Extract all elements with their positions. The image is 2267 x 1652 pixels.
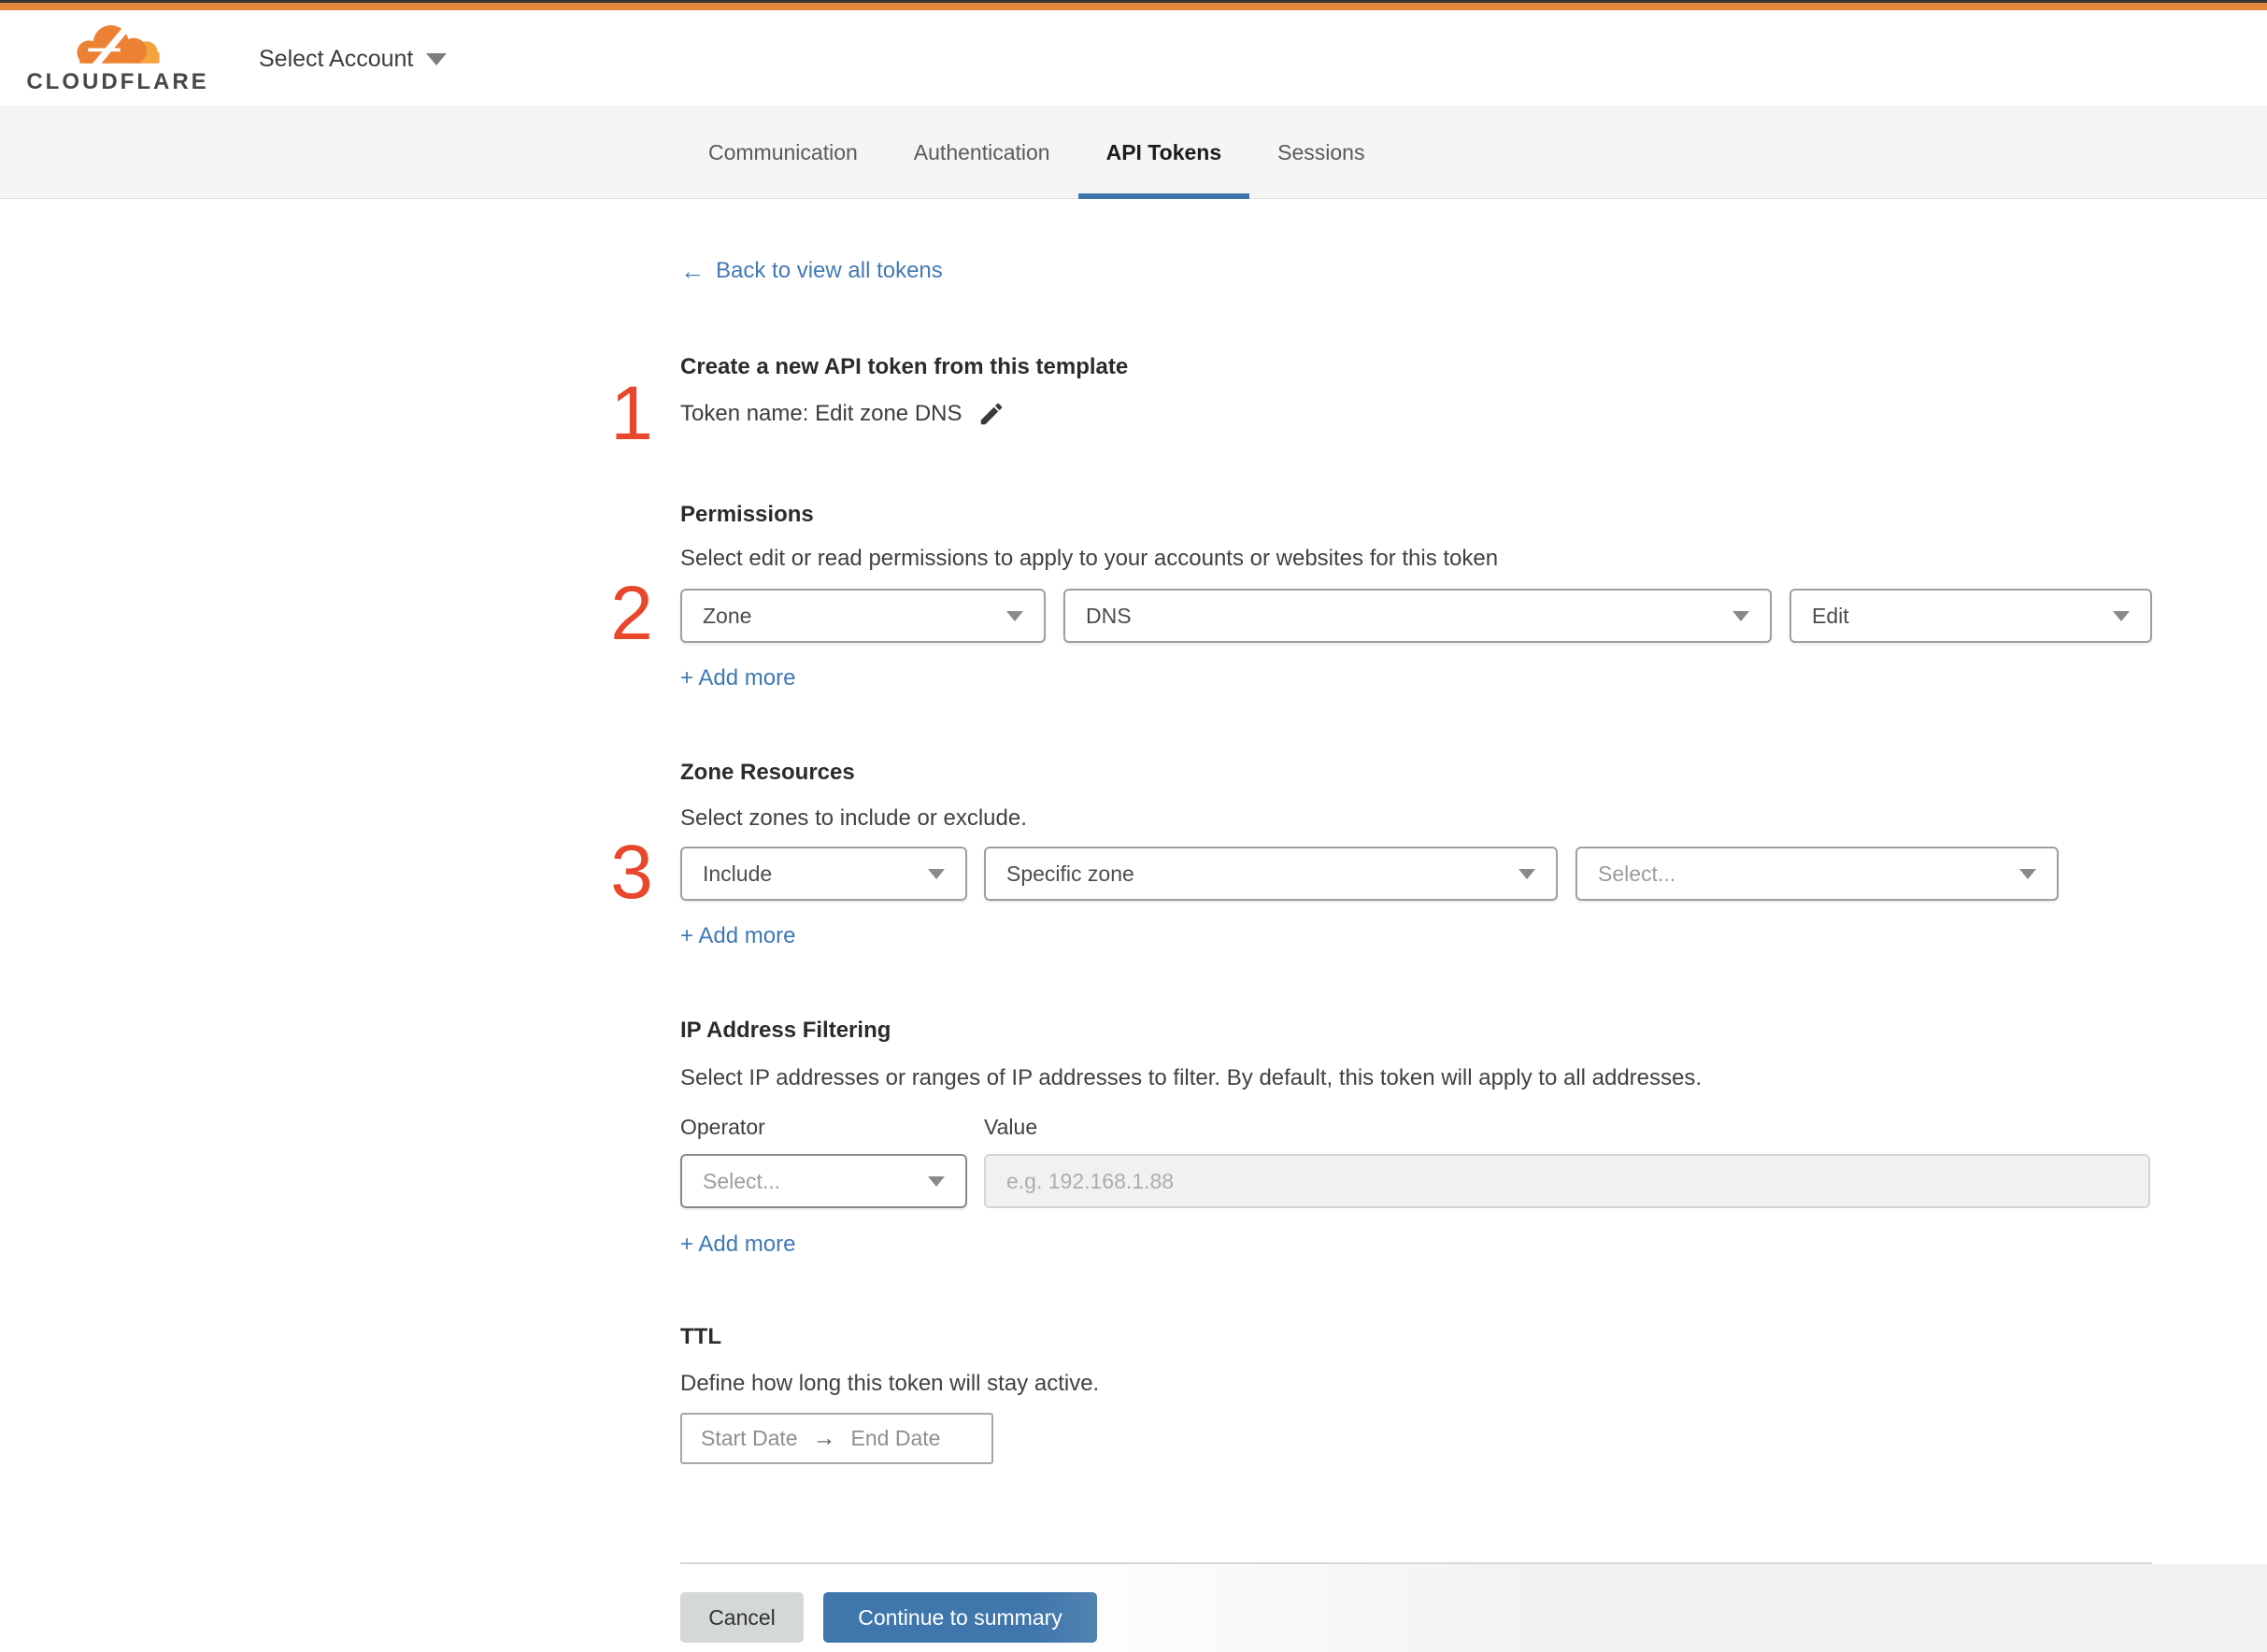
continue-to-summary-button[interactable]: Continue to summary	[823, 1592, 1097, 1643]
chevron-down-icon	[426, 52, 448, 65]
account-selector[interactable]: Select Account	[259, 10, 448, 107]
cloudflare-logo[interactable]: CLOUDFLARE	[26, 18, 209, 94]
chevron-down-icon	[1006, 610, 1023, 621]
account-selector-label: Select Account	[259, 45, 414, 72]
template-section-title: Create a new API token from this templat…	[680, 354, 1129, 379]
pencil-icon[interactable]	[977, 400, 1005, 428]
chevron-down-icon	[928, 1175, 945, 1187]
select-value: DNS	[1086, 603, 1132, 628]
zone-include-select[interactable]: Include	[680, 847, 967, 901]
ttl-date-range-picker[interactable]: Start Date → End Date	[680, 1413, 993, 1464]
logo-wordmark: CLOUDFLARE	[26, 69, 209, 94]
select-value: Edit	[1812, 603, 1849, 628]
permissions-description: Select edit or read permissions to apply…	[680, 546, 1499, 571]
ip-operator-select[interactable]: Select...	[680, 1154, 967, 1208]
select-value: Select...	[1598, 861, 1676, 886]
permission-access-select[interactable]: Edit	[1789, 589, 2152, 643]
select-value: Select...	[703, 1168, 781, 1193]
permission-resource-select[interactable]: DNS	[1063, 589, 1772, 643]
ttl-description: Define how long this token will stay act…	[680, 1371, 1100, 1396]
zone-resources-description: Select zones to include or exclude.	[680, 805, 1027, 831]
tab-label: Communication	[708, 140, 858, 164]
tab-authentication[interactable]: Authentication	[886, 107, 1078, 198]
start-date-placeholder: Start Date	[701, 1426, 798, 1450]
ip-filtering-add-more-link[interactable]: + Add more	[680, 1232, 795, 1258]
cloudflare-api-token-page: CLOUDFLARE Select Account Communication …	[0, 0, 2267, 1652]
tab-label: Authentication	[913, 140, 1050, 164]
zone-type-select[interactable]: Specific zone	[984, 847, 1558, 901]
chevron-down-icon	[2019, 868, 2036, 879]
token-template-form: ← Back to view all tokens 1 Create a new…	[610, 199, 2152, 1651]
chevron-down-icon	[928, 868, 945, 879]
tab-api-tokens[interactable]: API Tokens	[1077, 107, 1250, 199]
arrow-right-icon: →	[812, 1425, 836, 1451]
ttl-title: TTL	[680, 1324, 721, 1349]
back-arrow-icon: ←	[680, 257, 705, 285]
back-to-tokens-link[interactable]: ← Back to view all tokens	[680, 258, 943, 284]
ip-value-input	[984, 1154, 2150, 1208]
select-value: Specific zone	[1006, 861, 1134, 886]
select-value: Include	[703, 861, 773, 886]
step-number-3: 3	[610, 830, 653, 915]
value-label: Value	[984, 1115, 1038, 1139]
zone-resources-title: Zone Resources	[680, 760, 855, 785]
ip-filtering-title: IP Address Filtering	[680, 1018, 891, 1043]
end-date-placeholder: End Date	[850, 1426, 941, 1450]
tab-bar: Communication Authentication API Tokens …	[0, 107, 2267, 199]
zone-picker-select[interactable]: Select...	[1575, 847, 2059, 901]
chevron-down-icon	[2113, 610, 2130, 621]
tab-label: API Tokens	[1105, 140, 1222, 164]
tab-communication[interactable]: Communication	[680, 107, 886, 198]
cancel-button[interactable]: Cancel	[680, 1592, 804, 1643]
zone-resources-add-more-link[interactable]: + Add more	[680, 923, 795, 949]
chevron-down-icon	[1732, 610, 1749, 621]
token-name-row: Token name: Edit zone DNS	[680, 400, 1005, 428]
operator-label: Operator	[680, 1115, 765, 1139]
tab-label: Sessions	[1277, 140, 1365, 164]
header: CLOUDFLARE Select Account	[0, 10, 2267, 107]
permissions-add-more-link[interactable]: + Add more	[680, 665, 795, 691]
token-name-text: Token name: Edit zone DNS	[680, 401, 962, 426]
cloudflare-cloud-icon	[63, 22, 173, 70]
footer-divider	[680, 1562, 2152, 1564]
select-value: Zone	[703, 603, 752, 628]
step-number-2: 2	[610, 571, 653, 656]
top-accent-bar	[0, 3, 2267, 10]
step-number-1: 1	[610, 371, 653, 456]
tab-sessions[interactable]: Sessions	[1249, 107, 1392, 198]
permission-scope-select[interactable]: Zone	[680, 589, 1046, 643]
back-link-label: Back to view all tokens	[716, 258, 943, 283]
chevron-down-icon	[1518, 868, 1535, 879]
permissions-title: Permissions	[680, 502, 814, 527]
ip-filtering-description: Select IP addresses or ranges of IP addr…	[680, 1065, 1703, 1090]
